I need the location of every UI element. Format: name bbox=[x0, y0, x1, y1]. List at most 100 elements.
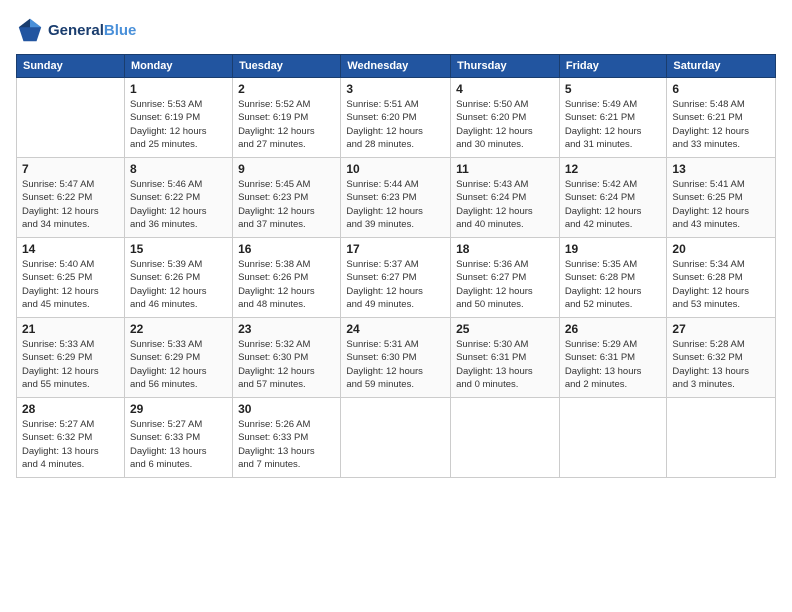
day-info-line: Sunset: 6:27 PM bbox=[346, 272, 416, 283]
day-info-line: Sunset: 6:23 PM bbox=[346, 192, 416, 203]
day-info-line: and 40 minutes. bbox=[456, 219, 524, 230]
day-info-line: and 36 minutes. bbox=[130, 219, 198, 230]
day-info: Sunrise: 5:29 AMSunset: 6:31 PMDaylight:… bbox=[565, 338, 662, 391]
day-info-line: Daylight: 13 hours bbox=[456, 366, 533, 377]
day-number: 28 bbox=[22, 402, 119, 416]
day-info-line: Sunrise: 5:29 AM bbox=[565, 339, 637, 350]
day-info-line: Sunset: 6:24 PM bbox=[565, 192, 635, 203]
day-number: 4 bbox=[456, 82, 554, 96]
week-row-5: 28Sunrise: 5:27 AMSunset: 6:32 PMDayligh… bbox=[17, 398, 776, 478]
calendar-cell bbox=[559, 398, 667, 478]
day-info: Sunrise: 5:30 AMSunset: 6:31 PMDaylight:… bbox=[456, 338, 554, 391]
weekday-header-wednesday: Wednesday bbox=[341, 55, 451, 78]
day-info-line: Daylight: 12 hours bbox=[456, 286, 533, 297]
calendar-cell: 9Sunrise: 5:45 AMSunset: 6:23 PMDaylight… bbox=[233, 158, 341, 238]
calendar-table: SundayMondayTuesdayWednesdayThursdayFrid… bbox=[16, 54, 776, 478]
calendar-cell: 6Sunrise: 5:48 AMSunset: 6:21 PMDaylight… bbox=[667, 78, 776, 158]
day-info-line: and 0 minutes. bbox=[456, 379, 518, 390]
week-row-3: 14Sunrise: 5:40 AMSunset: 6:25 PMDayligh… bbox=[17, 238, 776, 318]
day-info-line: Sunrise: 5:40 AM bbox=[22, 259, 94, 270]
day-info: Sunrise: 5:38 AMSunset: 6:26 PMDaylight:… bbox=[238, 258, 335, 311]
day-number: 15 bbox=[130, 242, 227, 256]
day-info-line: and 2 minutes. bbox=[565, 379, 627, 390]
week-row-4: 21Sunrise: 5:33 AMSunset: 6:29 PMDayligh… bbox=[17, 318, 776, 398]
day-info-line: Daylight: 12 hours bbox=[565, 206, 642, 217]
day-info-line: Daylight: 13 hours bbox=[130, 446, 207, 457]
day-info-line: Sunrise: 5:42 AM bbox=[565, 179, 637, 190]
weekday-header-monday: Monday bbox=[124, 55, 232, 78]
week-row-2: 7Sunrise: 5:47 AMSunset: 6:22 PMDaylight… bbox=[17, 158, 776, 238]
day-info-line: Daylight: 12 hours bbox=[346, 206, 423, 217]
day-info-line: Sunrise: 5:49 AM bbox=[565, 99, 637, 110]
day-number: 13 bbox=[672, 162, 770, 176]
day-number: 1 bbox=[130, 82, 227, 96]
day-info: Sunrise: 5:44 AMSunset: 6:23 PMDaylight:… bbox=[346, 178, 445, 231]
calendar-cell: 2Sunrise: 5:52 AMSunset: 6:19 PMDaylight… bbox=[233, 78, 341, 158]
day-info-line: Sunset: 6:20 PM bbox=[346, 112, 416, 123]
day-info-line: Sunset: 6:31 PM bbox=[456, 352, 526, 363]
day-info-line: Sunrise: 5:27 AM bbox=[22, 419, 94, 430]
day-info-line: and 30 minutes. bbox=[456, 139, 524, 150]
page: GeneralBlue SundayMondayTuesdayWednesday… bbox=[0, 0, 792, 488]
day-info-line: Sunrise: 5:26 AM bbox=[238, 419, 310, 430]
day-info-line: Daylight: 12 hours bbox=[346, 286, 423, 297]
day-info-line: Daylight: 12 hours bbox=[238, 286, 315, 297]
day-info-line: Sunset: 6:26 PM bbox=[130, 272, 200, 283]
day-info-line: Sunrise: 5:36 AM bbox=[456, 259, 528, 270]
day-number: 23 bbox=[238, 322, 335, 336]
weekday-header-tuesday: Tuesday bbox=[233, 55, 341, 78]
day-info-line: Sunset: 6:33 PM bbox=[130, 432, 200, 443]
calendar-cell: 4Sunrise: 5:50 AMSunset: 6:20 PMDaylight… bbox=[451, 78, 560, 158]
day-number: 8 bbox=[130, 162, 227, 176]
day-info: Sunrise: 5:32 AMSunset: 6:30 PMDaylight:… bbox=[238, 338, 335, 391]
day-info: Sunrise: 5:33 AMSunset: 6:29 PMDaylight:… bbox=[22, 338, 119, 391]
day-number: 16 bbox=[238, 242, 335, 256]
day-info-line: Sunrise: 5:45 AM bbox=[238, 179, 310, 190]
day-info-line: Sunrise: 5:48 AM bbox=[672, 99, 744, 110]
calendar-cell: 10 Sunrise: 5:44 AMSunset: 6:23 PMDayligh… bbox=[341, 158, 451, 238]
calendar-cell: 28Sunrise: 5:27 AMSunset: 6:32 PMDayligh… bbox=[17, 398, 125, 478]
day-info-line: Daylight: 12 hours bbox=[130, 206, 207, 217]
day-info: Sunrise: 5:46 AMSunset: 6:22 PMDaylight:… bbox=[130, 178, 227, 231]
day-info: Sunrise: 5:27 AMSunset: 6:33 PMDaylight:… bbox=[130, 418, 227, 471]
logo-text: GeneralBlue bbox=[48, 22, 136, 39]
calendar-cell: 21Sunrise: 5:33 AMSunset: 6:29 PMDayligh… bbox=[17, 318, 125, 398]
day-info-line: Daylight: 12 hours bbox=[238, 126, 315, 137]
calendar-cell: 26Sunrise: 5:29 AMSunset: 6:31 PMDayligh… bbox=[559, 318, 667, 398]
day-number: 30 bbox=[238, 402, 335, 416]
day-info-line: Daylight: 12 hours bbox=[130, 126, 207, 137]
calendar-cell: 27Sunrise: 5:28 AMSunset: 6:32 PMDayligh… bbox=[667, 318, 776, 398]
day-info-line: and 56 minutes. bbox=[130, 379, 198, 390]
day-number: 10 bbox=[346, 162, 445, 176]
calendar-cell: 8 Sunrise: 5:46 AMSunset: 6:22 PMDaylight… bbox=[124, 158, 232, 238]
calendar-cell bbox=[17, 78, 125, 158]
day-info-line: and 53 minutes. bbox=[672, 299, 740, 310]
day-info: Sunrise: 5:41 AMSunset: 6:25 PMDaylight:… bbox=[672, 178, 770, 231]
day-number: 25 bbox=[456, 322, 554, 336]
day-info-line: Sunrise: 5:34 AM bbox=[672, 259, 744, 270]
day-info-line: Daylight: 12 hours bbox=[346, 126, 423, 137]
day-info-line: Sunset: 6:27 PM bbox=[456, 272, 526, 283]
day-info-line: Sunset: 6:32 PM bbox=[672, 352, 742, 363]
day-info-line: Sunset: 6:22 PM bbox=[22, 192, 92, 203]
day-info-line: Sunrise: 5:32 AM bbox=[238, 339, 310, 350]
day-info-line: and 4 minutes. bbox=[22, 459, 84, 470]
day-info-line: and 45 minutes. bbox=[22, 299, 90, 310]
day-number: 7 bbox=[22, 162, 119, 176]
calendar-cell: 23 Sunrise: 5:32 AMSunset: 6:30 PMDayligh… bbox=[233, 318, 341, 398]
calendar-cell: 29Sunrise: 5:27 AMSunset: 6:33 PMDayligh… bbox=[124, 398, 232, 478]
day-info-line: and 48 minutes. bbox=[238, 299, 306, 310]
day-info: Sunrise: 5:28 AMSunset: 6:32 PMDaylight:… bbox=[672, 338, 770, 391]
day-info-line: Sunset: 6:20 PM bbox=[456, 112, 526, 123]
day-info-line: and 25 minutes. bbox=[130, 139, 198, 150]
day-info-line: Sunrise: 5:41 AM bbox=[672, 179, 744, 190]
day-info: Sunrise: 5:48 AMSunset: 6:21 PMDaylight:… bbox=[672, 98, 770, 151]
day-info: Sunrise: 5:34 AMSunset: 6:28 PMDaylight:… bbox=[672, 258, 770, 311]
day-info-line: Sunset: 6:28 PM bbox=[565, 272, 635, 283]
day-info-line: Sunset: 6:33 PM bbox=[238, 432, 308, 443]
day-info-line: and 55 minutes. bbox=[22, 379, 90, 390]
calendar-cell: 24Sunrise: 5:31 AMSunset: 6:30 PMDayligh… bbox=[341, 318, 451, 398]
weekday-header-saturday: Saturday bbox=[667, 55, 776, 78]
day-info: Sunrise: 5:43 AMSunset: 6:24 PMDaylight:… bbox=[456, 178, 554, 231]
day-info: Sunrise: 5:42 AM Sunset: 6:24 PM Daylight:… bbox=[565, 178, 662, 231]
